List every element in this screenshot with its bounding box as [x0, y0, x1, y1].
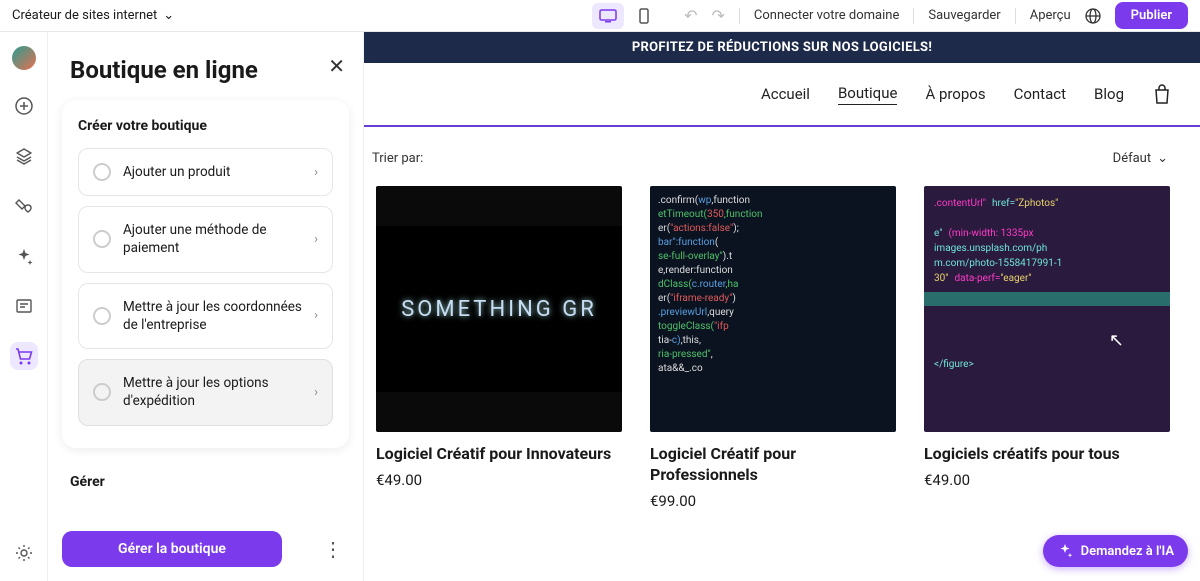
store-icon[interactable] [10, 342, 38, 370]
step-status-icon [93, 230, 111, 248]
step-label: Ajouter un produit [123, 163, 302, 181]
editor-topbar: Créateur de sites internet ⌄ ↶ ↷ Connect… [0, 0, 1200, 32]
promo-banner[interactable]: PROFITEZ DE RÉDUCTIONS SUR NOS LOGICIELS… [364, 32, 1200, 63]
mobile-icon [639, 8, 649, 24]
step-add-product[interactable]: Ajouter un produit › [78, 148, 333, 196]
step-add-payment[interactable]: Ajouter une méthode de paiement › [78, 206, 333, 272]
product-card[interactable]: .confirm(wp,functionetTimeout(350,functi… [650, 186, 896, 510]
chevron-down-icon: ⌄ [1157, 151, 1168, 166]
language-button[interactable] [1085, 8, 1101, 24]
mobile-view-button[interactable] [628, 3, 660, 29]
product-image: .confirm(wp,functionetTimeout(350,functi… [650, 186, 896, 432]
step-status-icon [93, 307, 111, 325]
breadcrumb-label: Créateur de sites internet [12, 8, 157, 23]
ai-sparkle-icon[interactable] [10, 242, 38, 270]
nav-accueil[interactable]: Accueil [761, 85, 810, 103]
sort-value: Défaut [1113, 151, 1151, 166]
manage-store-button[interactable]: Gérer la boutique [62, 531, 282, 567]
brand-logo[interactable] [12, 46, 36, 70]
sort-label: Trier par: [372, 151, 423, 166]
ask-ai-button[interactable]: Demandez à l'IA [1043, 535, 1188, 567]
left-rail [0, 32, 48, 581]
connect-domain-link[interactable]: Connecter votre domaine [754, 8, 899, 23]
desktop-view-button[interactable] [592, 3, 624, 29]
separator [913, 8, 914, 24]
nav-blog[interactable]: Blog [1094, 85, 1124, 103]
save-button[interactable]: Sauvegarder [928, 8, 1000, 23]
nav-apropos[interactable]: À propos [925, 85, 985, 103]
product-image: SOMETHING GR [376, 186, 622, 432]
product-price: €49.00 [924, 471, 1170, 489]
product-grid: SOMETHING GR Logiciel Créatif pour Innov… [372, 186, 1196, 510]
sort-row: Trier par: Défaut ⌄ [372, 151, 1196, 186]
product-card[interactable]: .contentUrl" href="Zphotos"e" (min-width… [924, 186, 1170, 510]
card-heading: Créer votre boutique [78, 118, 333, 134]
more-options-button[interactable]: ⋮ [323, 537, 343, 561]
product-image: .contentUrl" href="Zphotos"e" (min-width… [924, 186, 1170, 432]
store-panel: ✕ Boutique en ligne Créer votre boutique… [48, 32, 364, 581]
nav-boutique[interactable]: Boutique [838, 84, 897, 105]
close-panel-button[interactable]: ✕ [328, 54, 345, 78]
cart-button[interactable] [1152, 83, 1172, 105]
setup-card: Créer votre boutique Ajouter un produit … [62, 100, 349, 448]
product-name: Logiciel Créatif pour Professionnels [650, 444, 896, 486]
globe-icon [1085, 8, 1101, 24]
cursor-arrow-icon: ↖ [1109, 327, 1124, 354]
separator [1015, 8, 1016, 24]
chevron-right-icon: › [314, 165, 318, 180]
forms-icon[interactable] [10, 292, 38, 320]
step-label: Mettre à jour les options d'expédition [123, 374, 302, 410]
panel-title: Boutique en ligne [48, 32, 363, 100]
desktop-icon [599, 9, 617, 23]
undo-button[interactable]: ↶ [684, 6, 697, 25]
product-price: €49.00 [376, 471, 622, 489]
sparkle-icon [1057, 543, 1073, 559]
add-section-icon[interactable] [10, 92, 38, 120]
product-name: Logiciels créatifs pour tous [924, 444, 1170, 465]
product-name: Logiciel Créatif pour Innovateurs [376, 444, 622, 465]
sort-dropdown[interactable]: Défaut ⌄ [1113, 151, 1168, 166]
separator [739, 8, 740, 24]
breadcrumb-dropdown[interactable]: Créateur de sites internet ⌄ [12, 8, 174, 23]
step-status-icon [93, 383, 111, 401]
product-card[interactable]: SOMETHING GR Logiciel Créatif pour Innov… [376, 186, 622, 510]
bag-icon [1152, 83, 1172, 105]
device-toggle [592, 3, 660, 29]
chevron-right-icon: › [314, 385, 318, 400]
preview-button[interactable]: Aperçu [1030, 8, 1071, 23]
chevron-down-icon: ⌄ [163, 8, 174, 23]
styles-icon[interactable] [10, 192, 38, 220]
site-header: Accueil Boutique À propos Contact Blog [364, 63, 1200, 127]
step-label: Mettre à jour les coordonnées de l'entre… [123, 298, 302, 334]
chevron-right-icon: › [314, 232, 318, 247]
redo-button[interactable]: ↷ [712, 6, 725, 25]
site-preview-canvas: PROFITEZ DE RÉDUCTIONS SUR NOS LOGICIELS… [364, 32, 1200, 581]
step-label: Ajouter une méthode de paiement [123, 221, 302, 257]
product-price: €99.00 [650, 492, 896, 510]
nav-contact[interactable]: Contact [1014, 85, 1066, 103]
step-status-icon [93, 163, 111, 181]
ask-ai-label: Demandez à l'IA [1081, 544, 1174, 559]
product-catalog: Trier par: Défaut ⌄ SOMETHING GR Logicie… [364, 127, 1200, 510]
layers-icon[interactable] [10, 142, 38, 170]
publish-button[interactable]: Publier [1115, 2, 1188, 29]
settings-icon[interactable] [10, 539, 38, 567]
step-company-details[interactable]: Mettre à jour les coordonnées de l'entre… [78, 283, 333, 349]
chevron-right-icon: › [314, 308, 318, 323]
step-shipping-options[interactable]: Mettre à jour les options d'expédition › [78, 359, 333, 425]
panel-footer: Gérer la boutique ⋮ [48, 517, 363, 581]
manage-section-label: Gérer [48, 466, 363, 490]
